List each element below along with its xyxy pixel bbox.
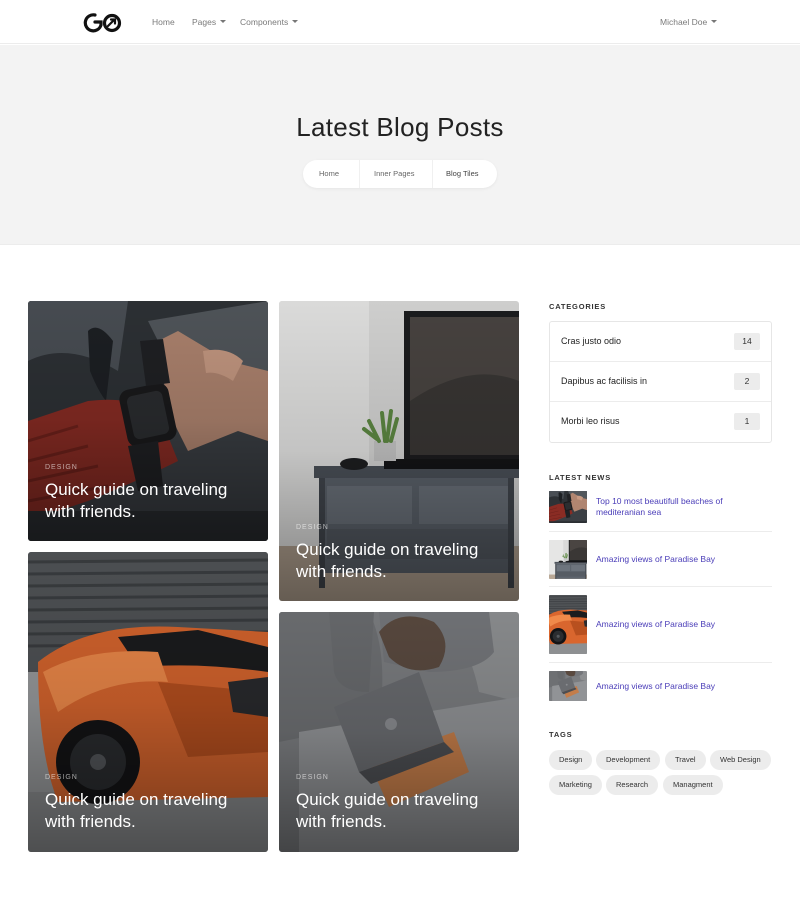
news-title-link[interactable]: Amazing views of Paradise Bay (596, 554, 766, 565)
category-label: Dapibus ac facilisis in (561, 376, 648, 386)
tag-pill[interactable]: Travel (665, 750, 706, 770)
categories-list: Cras justo odio 14 Dapibus ac facilisis … (549, 321, 772, 443)
post-title[interactable]: Quick guide on traveling with friends. (45, 479, 255, 523)
page-title: Latest Blog Posts (296, 112, 504, 142)
nav-components-label: Components (240, 17, 289, 27)
post-category: DESIGN (296, 524, 329, 531)
news-title-link[interactable]: Amazing views of Paradise Bay (596, 619, 766, 630)
tag-pill[interactable]: Design (549, 750, 593, 770)
post-category: DESIGN (45, 464, 78, 471)
tag-pill[interactable]: Research (606, 775, 659, 795)
category-item[interactable]: Morbi leo risus 1 (550, 402, 771, 442)
nav-pages-dropdown[interactable]: Pages (192, 16, 227, 28)
category-item[interactable]: Dapibus ac facilisis in 2 (550, 362, 771, 402)
news-item[interactable]: Amazing views of Paradise Bay (549, 540, 772, 587)
category-label: Morbi leo risus (561, 416, 620, 426)
breadcrumb-inner-pages[interactable]: Inner Pages (374, 169, 414, 179)
tags-heading: TAGS (549, 730, 573, 739)
news-thumbnail (549, 540, 587, 579)
breadcrumb-current: Blog Tiles (446, 169, 479, 178)
post-title[interactable]: Quick guide on traveling with friends. (296, 789, 506, 833)
tag-pill[interactable]: Development (596, 750, 661, 770)
news-thumbnail (549, 671, 587, 701)
post-title[interactable]: Quick guide on traveling with friends. (296, 539, 506, 583)
top-navbar: Home Pages Components Michael Doe (0, 0, 800, 44)
news-title-link[interactable]: Top 10 most beautifull beaches of medite… (596, 496, 766, 518)
user-name: Michael Doe (660, 17, 708, 27)
news-item[interactable]: Top 10 most beautifull beaches of medite… (549, 491, 772, 532)
go-logo[interactable] (83, 11, 123, 33)
news-thumbnail (549, 491, 587, 523)
category-label: Cras justo odio (561, 336, 622, 346)
news-title-link[interactable]: Amazing views of Paradise Bay (596, 681, 766, 692)
nav-home-link[interactable]: Home (152, 16, 175, 28)
latest-news-heading: LATEST NEWS (549, 473, 611, 482)
blog-tile[interactable]: DESIGN Quick guide on traveling with fri… (279, 612, 519, 852)
news-thumbnail (549, 595, 587, 654)
category-count-badge: 2 (734, 373, 760, 390)
news-item[interactable]: Amazing views of Paradise Bay (549, 671, 772, 702)
tag-pill[interactable]: Managment (663, 775, 723, 795)
category-count-badge: 14 (734, 333, 760, 350)
category-item[interactable]: Cras justo odio 14 (550, 322, 771, 362)
news-item[interactable]: Amazing views of Paradise Bay (549, 595, 772, 663)
post-category: DESIGN (296, 774, 329, 781)
breadcrumb-divider (359, 160, 360, 188)
category-count-badge: 1 (734, 413, 760, 430)
blog-tile[interactable]: DESIGN Quick guide on traveling with fri… (28, 301, 268, 541)
breadcrumb-home[interactable]: Home (319, 169, 339, 179)
page-header: Latest Blog Posts Home Inner Pages Blog … (0, 45, 800, 245)
blog-tile[interactable]: DESIGN Quick guide on traveling with fri… (28, 552, 268, 852)
user-menu-dropdown[interactable]: Michael Doe (660, 16, 718, 28)
blog-tile[interactable]: DESIGN Quick guide on traveling with fri… (279, 301, 519, 601)
post-category: DESIGN (45, 774, 78, 781)
tag-pill[interactable]: Web Design (710, 750, 771, 770)
categories-heading: CATEGORIES (549, 302, 607, 311)
nav-components-dropdown[interactable]: Components (240, 16, 299, 28)
post-title[interactable]: Quick guide on traveling with friends. (45, 789, 255, 833)
tag-pill[interactable]: Marketing (549, 775, 602, 795)
caret-down-icon (711, 20, 718, 24)
caret-down-icon (292, 20, 299, 24)
nav-pages-label: Pages (192, 17, 217, 27)
caret-down-icon (220, 20, 227, 24)
breadcrumb-divider (432, 160, 433, 188)
breadcrumb: Home Inner Pages Blog Tiles (303, 160, 497, 188)
